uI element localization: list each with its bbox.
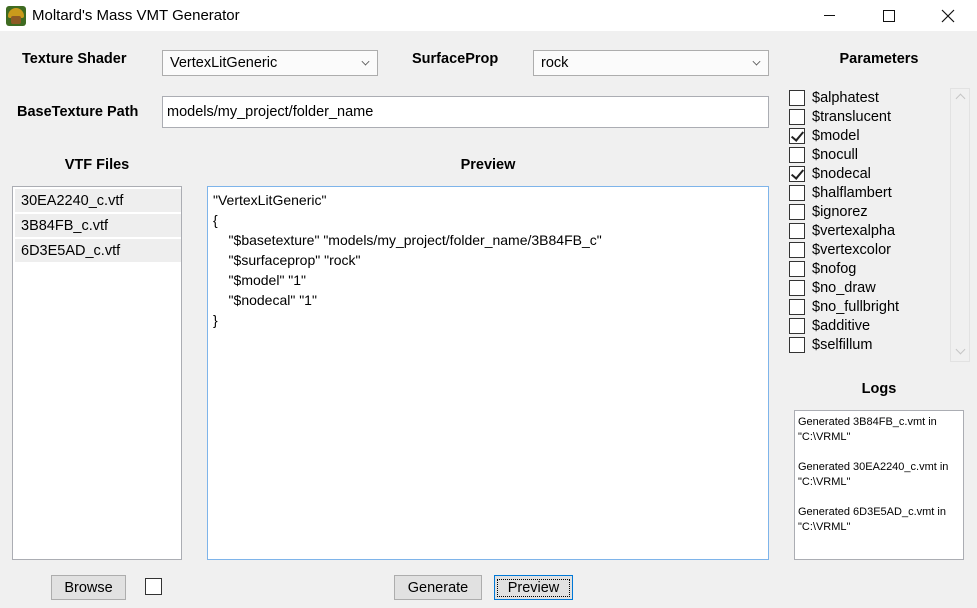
param-label: $translucent [812,108,891,125]
list-item[interactable]: 30EA2240_c.vtf [15,189,181,213]
log-entry: Generated 3B84FB_c.vmt in "C:\VRML" [798,416,937,443]
surfaceprop-label: SurfaceProp [412,51,499,67]
app-icon [6,6,26,26]
browse-button[interactable]: Browse [51,575,126,600]
basetexture-label: BaseTexture Path [17,104,139,120]
texture-shader-label: Texture Shader [22,51,127,67]
param-label: $vertexcolor [812,241,891,258]
checkbox[interactable] [789,165,805,182]
checkbox[interactable] [789,108,805,125]
param-alphatest[interactable]: $alphatest [789,88,879,107]
chevron-down-icon [752,57,761,66]
preview-line: "VertexLitGeneric" [213,192,327,208]
checkbox[interactable] [789,222,805,239]
parameters-scrollbar[interactable] [950,88,970,362]
surfaceprop-value: rock [541,55,569,71]
checkbox[interactable] [789,241,805,258]
param-label: $nodecal [812,165,871,182]
param-label: $additive [812,317,871,334]
checkbox[interactable] [789,184,805,201]
checkbox[interactable] [789,279,805,296]
vtf-files-label: VTF Files [64,157,130,173]
param-ignorez[interactable]: $ignorez [789,202,868,221]
param-vertexcolor[interactable]: $vertexcolor [789,240,891,259]
checkbox[interactable] [789,260,805,277]
param-label: $ignorez [812,203,868,220]
checkbox[interactable] [145,578,162,595]
close-button[interactable] [925,0,971,31]
parameters-list: $alphatest $translucent $model $nocull $… [789,88,971,362]
basetexture-path-value: models/my_project/folder_name [167,104,374,120]
param-label: $no_fullbright [812,298,900,315]
param-no-draw[interactable]: $no_draw [789,278,876,297]
parameters-label: Parameters [839,51,919,67]
list-item[interactable]: 3B84FB_c.vtf [15,214,181,238]
param-label: $alphatest [812,89,879,106]
param-additive[interactable]: $additive [789,316,870,335]
preview-label: Preview [460,157,516,173]
param-nodecal[interactable]: $nodecal [789,164,871,183]
preview-textarea[interactable]: "VertexLitGeneric" { "$basetexture" "mod… [207,186,769,560]
minimize-button[interactable] [806,0,852,31]
surfaceprop-select[interactable]: rock [533,50,769,76]
param-label: $halflambert [812,184,892,201]
param-nofog[interactable]: $nofog [789,259,856,278]
vtf-files-list[interactable]: 30EA2240_c.vtf 3B84FB_c.vtf 6D3E5AD_c.vt… [12,186,182,560]
chevron-down-icon [361,57,370,66]
preview-button-label: Preview [496,578,571,597]
chevron-down-icon[interactable] [955,344,966,355]
preview-line: } [213,312,218,328]
close-icon [941,9,955,22]
param-label: $selfillum [812,336,873,353]
texture-shader-value: VertexLitGeneric [170,55,278,71]
param-vertexalpha[interactable]: $vertexalpha [789,221,895,240]
param-label: $vertexalpha [812,222,896,239]
log-entry: Generated 6D3E5AD_c.vmt in "C:\VRML" [798,506,946,533]
checkbox[interactable] [789,89,805,106]
preview-line: "$nodecal" "1" [213,292,317,308]
preview-button[interactable]: Preview [494,575,573,600]
checkbox[interactable] [789,203,805,220]
log-entry: Generated 30EA2240_c.vmt in "C:\VRML" [798,461,949,488]
preview-line: "$surfaceprop" "rock" [213,252,361,268]
list-item[interactable]: 6D3E5AD_c.vtf [15,239,181,263]
logs-textarea[interactable]: Generated 3B84FB_c.vmt in "C:\VRML" Gene… [794,410,964,560]
texture-shader-select[interactable]: VertexLitGeneric [162,50,378,76]
param-model[interactable]: $model [789,126,860,145]
preview-line: { [213,212,218,228]
checkbox[interactable] [789,298,805,315]
checkbox[interactable] [789,146,805,163]
checkbox[interactable] [789,336,805,353]
preview-line: "$model" "1" [213,272,307,288]
minimize-icon [823,15,835,16]
window-title: Moltard's Mass VMT Generator [32,7,240,24]
param-selfillum[interactable]: $selfillum [789,335,872,354]
chevron-up-icon[interactable] [955,93,966,104]
logs-label: Logs [861,381,897,397]
param-label: $nofog [812,260,857,277]
generate-button[interactable]: Generate [394,575,482,600]
checkbox[interactable] [789,317,805,334]
maximize-icon [883,9,895,22]
title-bar: Moltard's Mass VMT Generator [0,0,977,31]
param-halflambert[interactable]: $halflambert [789,183,892,202]
param-label: $no_draw [812,279,876,296]
preview-line: "$basetexture" "models/my_project/folder… [213,232,602,248]
param-translucent[interactable]: $translucent [789,107,891,126]
maximize-button[interactable] [866,0,912,31]
basetexture-path-input[interactable]: models/my_project/folder_name [162,96,769,128]
param-label: $nocull [812,146,858,163]
param-label: $model [812,127,860,144]
checkbox[interactable] [789,127,805,144]
param-nocull[interactable]: $nocull [789,145,858,164]
param-no-fullbright[interactable]: $no_fullbright [789,297,899,316]
